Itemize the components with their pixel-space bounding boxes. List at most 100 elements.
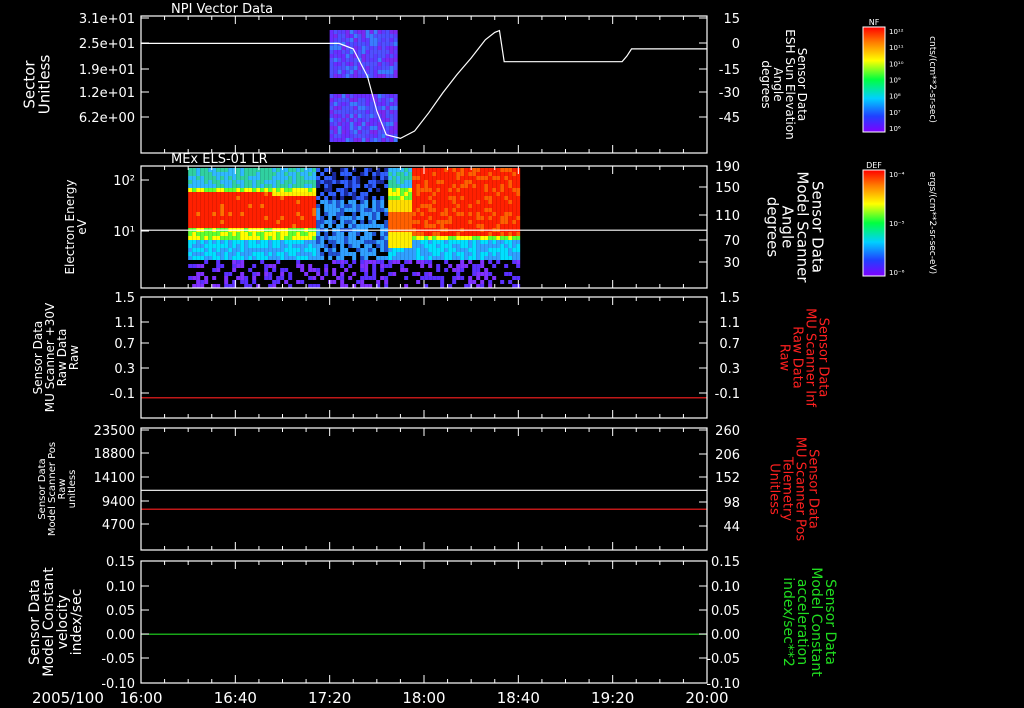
heatmap-cell [264, 204, 269, 208]
y-tick-label-right: 0.3 [719, 362, 740, 377]
heatmap-cell [373, 50, 378, 54]
heatmap-cell [364, 276, 369, 280]
heatmap-cell [240, 280, 245, 284]
heatmap-cell [240, 196, 245, 200]
heatmap-cell [484, 256, 489, 260]
heatmap-cell [332, 260, 337, 264]
heatmap-cell [412, 200, 417, 204]
heatmap-cell [337, 50, 342, 54]
heatmap-cell [396, 216, 401, 220]
heatmap-cell [380, 264, 385, 268]
heatmap-cell [396, 260, 401, 264]
heatmap-cell [381, 66, 386, 70]
heatmap-cell [504, 272, 509, 276]
heatmap-cell [440, 208, 445, 212]
heatmap-cell [428, 168, 433, 172]
heatmap-cell [353, 110, 358, 114]
heatmap-cell [276, 172, 281, 176]
heatmap-cell [356, 184, 361, 188]
heatmap-cell [364, 208, 369, 212]
heatmap-cell [424, 272, 429, 276]
heatmap-cell [329, 106, 334, 110]
heatmap-cell [260, 236, 265, 240]
heatmap-cell [336, 204, 341, 208]
heatmap-cell [456, 208, 461, 212]
heatmap-cell [404, 192, 409, 196]
heatmap-cell [380, 180, 385, 184]
heatmap-cell [240, 204, 245, 208]
heatmap-cell [416, 192, 421, 196]
heatmap-cell [373, 66, 378, 70]
heatmap-cell [472, 168, 477, 172]
heatmap-cell [340, 216, 345, 220]
heatmap-cell [324, 264, 329, 268]
heatmap-cell [308, 264, 313, 268]
heatmap-cell [296, 248, 301, 252]
heatmap-cell [332, 176, 337, 180]
heatmap-cell [333, 54, 338, 58]
heatmap-cell [256, 200, 261, 204]
heatmap-cell [292, 180, 297, 184]
heatmap-cell [408, 244, 413, 248]
heatmap-cell [396, 236, 401, 240]
heatmap-cell [365, 46, 370, 50]
heatmap-cell [373, 54, 378, 58]
heatmap-cell [244, 192, 249, 196]
heatmap-cell [312, 176, 317, 180]
heatmap-cell [353, 138, 358, 142]
heatmap-cell [436, 176, 441, 180]
heatmap-cell [264, 244, 269, 248]
heatmap-cell [468, 220, 473, 224]
heatmap-cell [296, 172, 301, 176]
heatmap-cell [308, 252, 313, 256]
heatmap-cell [204, 236, 209, 240]
heatmap-cell [460, 224, 465, 228]
heatmap-cell [516, 232, 521, 236]
heatmap-cell [280, 192, 285, 196]
heatmap-cell [312, 188, 317, 192]
heatmap-cell [288, 196, 293, 200]
heatmap-cell [500, 256, 505, 260]
heatmap-cell [428, 212, 433, 216]
heatmap-cell [484, 220, 489, 224]
heatmap-cell [488, 216, 493, 220]
heatmap-cell [496, 208, 501, 212]
heatmap-cell [296, 280, 301, 284]
heatmap-cell [332, 204, 337, 208]
heatmap-cell [337, 126, 342, 130]
heatmap-cell [349, 114, 354, 118]
panel-4: 235001880014100940047002602061529844Sens… [37, 424, 821, 551]
heatmap-cell [432, 240, 437, 244]
heatmap-cell [424, 204, 429, 208]
heatmap-cell [412, 252, 417, 256]
heatmap-cell [412, 212, 417, 216]
heatmap-cell [337, 70, 342, 74]
heatmap-cell [476, 256, 481, 260]
time-tick-label: 20:00 [685, 689, 728, 707]
heatmap-cell [336, 236, 341, 240]
heatmap-cell [356, 240, 361, 244]
heatmap-cell [272, 180, 277, 184]
heatmap-cell [208, 180, 213, 184]
heatmap-cell [304, 200, 309, 204]
plot-frame [140, 560, 708, 684]
heatmap-cell [341, 70, 346, 74]
heatmap-cell [216, 212, 221, 216]
y-tick-label-right: 0.10 [711, 580, 740, 595]
heatmap-cell [369, 134, 374, 138]
heatmap-cell [376, 208, 381, 212]
heatmap-cell [432, 212, 437, 216]
heatmap-cell [196, 172, 201, 176]
heatmap-cell [196, 264, 201, 268]
heatmap-cell [220, 176, 225, 180]
heatmap-cell [420, 236, 425, 240]
heatmap-cell [324, 176, 329, 180]
heatmap-cell [248, 192, 253, 196]
heatmap-cell [324, 232, 329, 236]
heatmap-cell [348, 224, 353, 228]
heatmap-cell [244, 196, 249, 200]
heatmap-cell [476, 284, 481, 288]
heatmap-cell [381, 34, 386, 38]
y-axis-label-right: index/sec**2 [780, 577, 796, 667]
heatmap-cell [392, 208, 397, 212]
